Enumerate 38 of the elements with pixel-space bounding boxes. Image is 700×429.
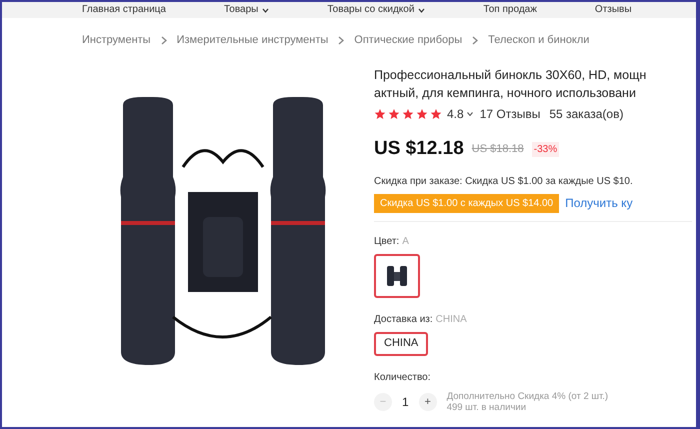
chevron-right-icon	[472, 36, 478, 44]
nav-link[interactable]: Товары	[224, 4, 270, 16]
rating-score: 4.8	[447, 106, 464, 123]
chevron-right-icon	[338, 36, 344, 44]
old-price: US $18.18	[472, 142, 524, 157]
nav-link[interactable]: Отзывы	[594, 4, 632, 16]
orders-count: 55 заказа(ов)	[549, 106, 624, 123]
shipping-value: CHINA	[436, 312, 467, 326]
nav-link[interactable]: Товары со скидкой	[327, 4, 426, 16]
quantity-label: Количество:	[374, 370, 432, 384]
coupon-badge: Скидка US $1.00 с каждых US $14.00	[374, 194, 560, 212]
discount-badge: -33%	[532, 142, 560, 157]
order-discount-text: Скидка при заказе: Скидка US $1.00 за каждые US $10.	[374, 174, 634, 188]
shipping-option[interactable]: CHINA	[374, 332, 428, 356]
quantity-value: 1	[401, 394, 410, 410]
binoculars-thumbnail-icon	[385, 264, 409, 288]
chevron-down-icon	[418, 8, 426, 12]
extra-discount-text: Дополнительно Скидка 4% (от 2 шт.)	[446, 390, 608, 402]
breadcrumb-link[interactable]: Телескоп и бинокли	[488, 32, 590, 48]
breadcrumb-link[interactable]: Оптические приборы	[354, 32, 462, 48]
current-price: US $12.18	[374, 137, 464, 161]
get-coupon-link[interactable]: Получить ку	[565, 194, 633, 212]
product-title-line: Профессиональный бинокль 30X60, HD, мощн	[374, 67, 648, 84]
breadcrumb-link[interactable]: Инструменты	[82, 32, 151, 48]
color-swatch[interactable]	[374, 254, 420, 298]
breadcrumb-link[interactable]: Измерительные инструменты	[176, 32, 328, 48]
chevron-down-icon	[262, 8, 270, 12]
product-title-line: актный, для кемпинга, ночного использовани	[374, 85, 637, 102]
nav-link[interactable]: Главная страница	[82, 4, 166, 16]
increase-button[interactable]: +	[418, 392, 437, 410]
nav-link[interactable]: Топ продаж	[483, 4, 537, 16]
reviews-link[interactable]: 17 Отзывы	[480, 105, 540, 123]
color-label: Цвет:	[374, 234, 400, 248]
chevron-right-icon	[160, 36, 167, 44]
color-value: A	[402, 234, 409, 248]
shipping-label: Доставка из:	[374, 312, 433, 326]
chevron-down-icon[interactable]	[466, 112, 473, 116]
stock-text: 499 шт. в наличии	[446, 402, 528, 412]
